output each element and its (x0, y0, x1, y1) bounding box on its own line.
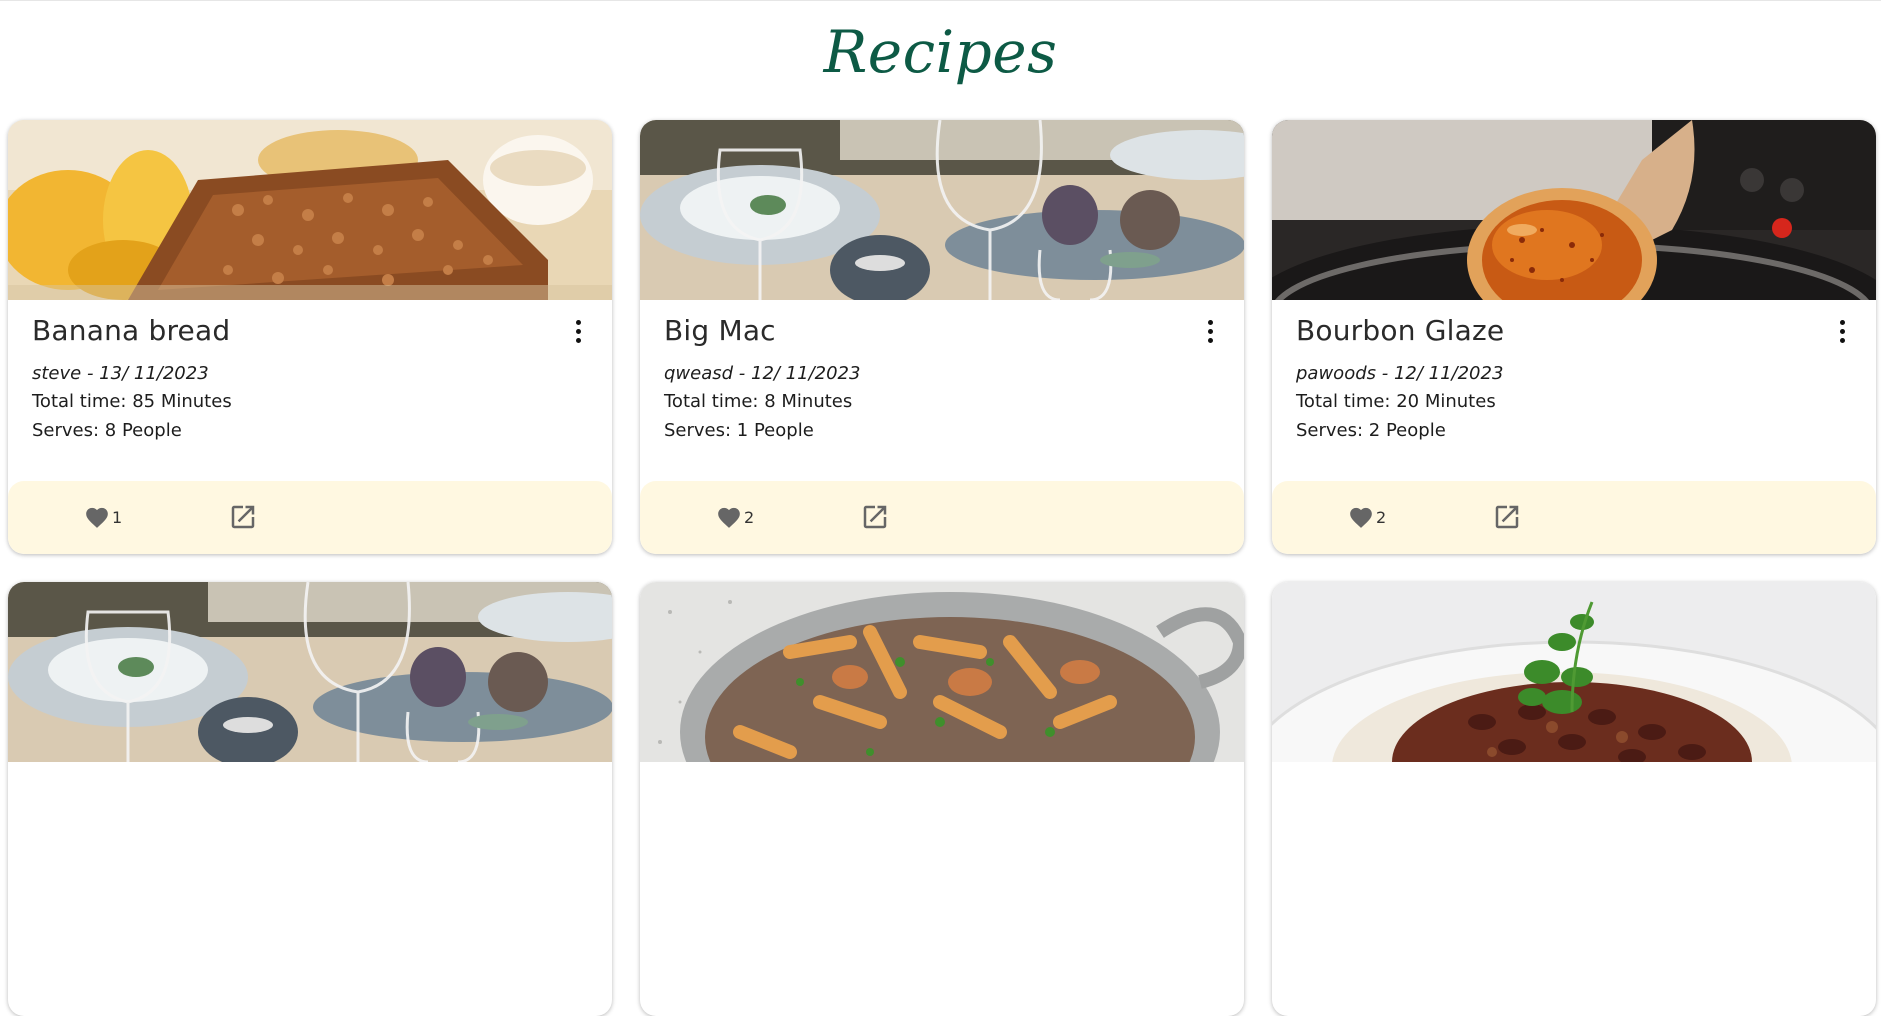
recipe-serves: Serves: 8 People (32, 420, 182, 441)
like-count: 2 (744, 507, 755, 527)
more-vert-icon[interactable] (574, 320, 582, 346)
like-count: 2 (1376, 507, 1387, 527)
card-actions: 2 (1272, 481, 1876, 554)
recipe-image-pasta-pan[interactable] (640, 582, 1244, 762)
recipe-author-date: qweasd - 12/ 11/2023 (664, 363, 861, 384)
card-actions: 1 (8, 481, 612, 554)
open-recipe-button[interactable] (228, 502, 258, 532)
more-vert-icon[interactable] (1838, 320, 1846, 346)
recipe-card[interactable] (8, 582, 612, 1016)
like-button[interactable]: 2 (716, 501, 754, 533)
heart-icon (1350, 507, 1372, 528)
recipe-author-date: pawoods - 12/ 11/2023 (1296, 363, 1504, 384)
recipe-title[interactable]: Bourbon Glaze (1296, 314, 1504, 347)
recipe-total-time: Total time: 8 Minutes (664, 391, 853, 412)
recipe-title[interactable]: Banana bread (32, 314, 230, 347)
recipe-image-table-setting[interactable] (8, 582, 612, 762)
recipe-image-glaze-spoon[interactable] (1272, 120, 1876, 300)
recipe-card[interactable] (640, 582, 1244, 1016)
heart-icon (718, 507, 740, 528)
recipe-image-banana-bread[interactable] (8, 120, 612, 300)
recipe-total-time: Total time: 20 Minutes (1296, 391, 1496, 412)
recipe-card[interactable]: Banana bread steve - 13/ 11/2023 Total t… (8, 120, 612, 554)
recipe-serves: Serves: 2 People (1296, 420, 1446, 441)
like-count: 1 (112, 507, 123, 527)
recipe-image-table-setting[interactable] (640, 120, 1244, 300)
recipe-card[interactable]: Big Mac qweasd - 12/ 11/2023 Total time:… (640, 120, 1244, 554)
heart-icon (86, 507, 108, 528)
like-button[interactable]: 2 (1348, 501, 1386, 533)
open-recipe-button[interactable] (1492, 502, 1522, 532)
open-recipe-button[interactable] (860, 502, 890, 532)
like-button[interactable]: 1 (84, 501, 122, 533)
recipe-total-time: Total time: 85 Minutes (32, 391, 232, 412)
open-in-new-icon (231, 505, 255, 529)
recipe-card[interactable]: Bourbon Glaze pawoods - 12/ 11/2023 Tota… (1272, 120, 1876, 554)
open-in-new-icon (1495, 505, 1519, 529)
open-in-new-icon (863, 505, 887, 529)
recipe-author-date: steve - 13/ 11/2023 (32, 363, 209, 384)
top-divider (0, 0, 1881, 1)
recipe-image-chili-rice[interactable] (1272, 582, 1876, 762)
page-title: Recipes (823, 18, 1058, 86)
recipe-card[interactable] (1272, 582, 1876, 1016)
recipe-serves: Serves: 1 People (664, 420, 814, 441)
recipe-title[interactable]: Big Mac (664, 314, 776, 347)
card-actions: 2 (640, 481, 1244, 554)
more-vert-icon[interactable] (1206, 320, 1214, 346)
